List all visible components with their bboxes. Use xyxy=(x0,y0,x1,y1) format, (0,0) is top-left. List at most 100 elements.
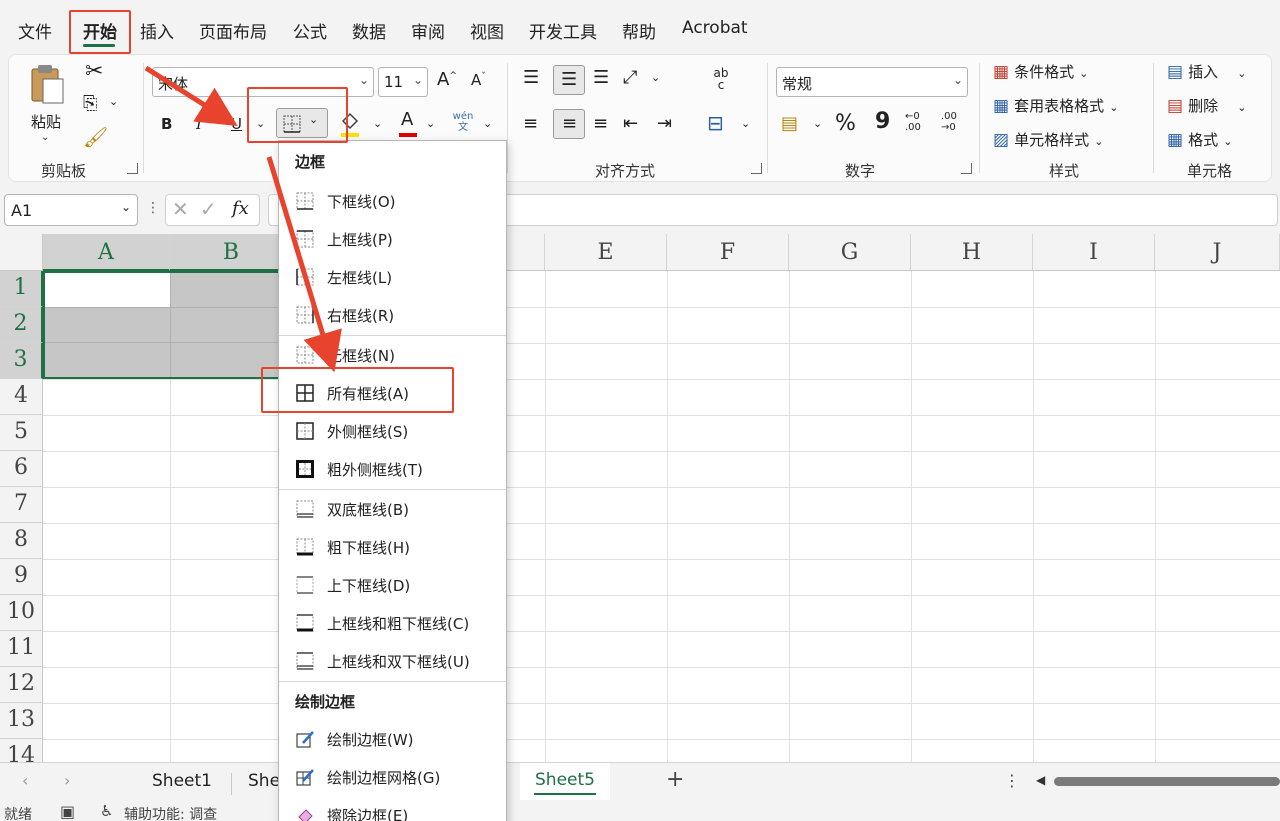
tab-acrobat[interactable]: Acrobat xyxy=(682,18,748,38)
accessibility-status[interactable]: 辅助功能: 调查 xyxy=(124,804,217,821)
sheet-tab[interactable]: Sheet1 xyxy=(152,771,212,791)
tab-data[interactable]: 数据 xyxy=(352,18,386,43)
align-bottom-icon[interactable]: ☰ xyxy=(593,67,609,88)
conditional-formatting-button[interactable]: ▦ 条件格式 ⌄ xyxy=(993,61,1088,82)
align-right-icon[interactable]: ≡ xyxy=(593,113,608,134)
row-header[interactable]: 2 xyxy=(0,307,43,343)
format-as-table-button[interactable]: ▦ 套用表格格式 ⌄ xyxy=(993,95,1118,116)
font-size-combo[interactable]: 11 ⌄ xyxy=(378,67,428,97)
cancel-icon[interactable]: ✕ xyxy=(172,197,189,221)
insert-function-button[interactable]: fx xyxy=(232,198,249,219)
column-header[interactable]: B xyxy=(170,234,293,271)
menu-item-border-thick-bottom[interactable]: 粗下框线(H) xyxy=(279,529,506,565)
more-options-icon[interactable]: ⋮ xyxy=(1004,771,1020,790)
insert-cells-button[interactable]: ▤ 插入 ⌄ xyxy=(1167,61,1246,82)
select-all-corner[interactable] xyxy=(0,234,43,271)
align-middle-button[interactable]: ☰ xyxy=(553,65,585,95)
column-header[interactable]: E xyxy=(545,234,667,271)
tab-page-layout[interactable]: 页面布局 xyxy=(199,18,267,43)
orientation-dropdown-icon[interactable]: ⌄ xyxy=(651,71,660,84)
format-painter-icon[interactable]: 🖌 xyxy=(83,125,108,149)
row-header[interactable]: 5 xyxy=(0,415,43,451)
name-box[interactable]: A1 ⌄ xyxy=(4,194,138,226)
scroll-left-arrow-icon[interactable]: ◀ xyxy=(1036,773,1045,787)
tab-review[interactable]: 审阅 xyxy=(411,18,445,43)
phonetic-dropdown-icon[interactable]: ⌄ xyxy=(483,117,492,130)
menu-item-border-left[interactable]: 左框线(L) xyxy=(279,259,506,295)
shrink-font-button[interactable]: Aˇ xyxy=(471,71,486,89)
paste-button[interactable]: 粘贴 ⌄ xyxy=(27,63,71,143)
row-header[interactable]: 11 xyxy=(0,631,43,667)
copy-icon[interactable]: ⎘ xyxy=(83,93,97,114)
menu-item-border-bottom[interactable]: 下框线(O) xyxy=(279,183,506,219)
tab-help[interactable]: 帮助 xyxy=(622,18,656,43)
menu-item-border-top-double-bottom[interactable]: 上框线和双下框线(U) xyxy=(279,643,506,679)
row-header[interactable]: 12 xyxy=(0,667,43,703)
tab-file[interactable]: 文件 xyxy=(18,18,52,43)
menu-item-border-top-bottom[interactable]: 上下框线(D) xyxy=(279,567,506,603)
column-header[interactable]: A xyxy=(43,234,170,271)
row-header[interactable]: 6 xyxy=(0,451,43,487)
menu-item-draw-border[interactable]: 绘制边框(W) xyxy=(279,721,506,757)
comma-style-button[interactable]: 9 xyxy=(875,109,890,134)
italic-button[interactable]: I xyxy=(196,115,202,133)
number-launcher-icon[interactable] xyxy=(961,163,972,174)
menu-item-draw-border-grid[interactable]: 绘制边框网格(G) xyxy=(279,759,506,795)
format-cells-button[interactable]: ▦ 格式 ⌄ xyxy=(1167,129,1232,150)
underline-button[interactable]: U xyxy=(231,115,242,133)
scroll-right-icon[interactable]: › xyxy=(64,771,70,790)
row-header[interactable]: 1 xyxy=(0,271,43,307)
delete-cells-button[interactable]: ▤ 删除 ⌄ xyxy=(1167,95,1246,116)
wrap-text-button[interactable]: ab c xyxy=(709,67,733,91)
row-header[interactable]: 9 xyxy=(0,559,43,595)
copy-dropdown-icon[interactable]: ⌄ xyxy=(109,95,118,108)
increase-decimal-button[interactable]: ←0 .00 xyxy=(905,111,931,133)
phonetic-guide-button[interactable]: wén 文 xyxy=(449,111,477,133)
number-format-combo[interactable]: 常规 ⌄ xyxy=(776,67,968,97)
row-header[interactable]: 3 xyxy=(0,343,43,379)
menu-item-border-outside[interactable]: 外侧框线(S) xyxy=(279,413,506,449)
decrease-indent-icon[interactable]: ⇤ xyxy=(623,113,638,134)
grow-font-button[interactable]: A^ xyxy=(437,69,457,90)
merge-center-icon[interactable]: ⊟ xyxy=(707,111,724,135)
accounting-format-icon[interactable]: ▤ xyxy=(781,113,798,134)
confirm-icon[interactable]: ✓ xyxy=(200,197,217,221)
menu-item-border-thick-outside[interactable]: 粗外侧框线(T) xyxy=(279,451,506,487)
percent-style-button[interactable]: % xyxy=(835,111,856,136)
row-header[interactable]: 8 xyxy=(0,523,43,559)
accessibility-icon[interactable]: ♿ xyxy=(100,802,113,820)
more-options-icon[interactable]: ⋮ xyxy=(146,200,160,216)
worksheet-grid[interactable]: A B C D E F G H I J 1 2 3 4 5 6 7 8 9 10… xyxy=(0,234,1280,762)
active-cell[interactable] xyxy=(45,273,170,307)
align-top-icon[interactable]: ☰ xyxy=(523,67,539,88)
column-header[interactable]: J xyxy=(1155,234,1280,271)
macro-record-icon[interactable]: ▣ xyxy=(60,802,75,821)
decrease-decimal-button[interactable]: .00 →0 xyxy=(941,111,967,133)
menu-item-border-right[interactable]: 右框线(R) xyxy=(279,297,506,333)
tab-insert[interactable]: 插入 xyxy=(140,18,174,43)
paste-dropdown-icon[interactable]: ⌄ xyxy=(41,132,71,143)
menu-item-border-top-thick-bottom[interactable]: 上框线和粗下框线(C) xyxy=(279,605,506,641)
menu-item-border-top[interactable]: 上框线(P) xyxy=(279,221,506,257)
sheet-tab[interactable]: She xyxy=(248,771,280,791)
add-sheet-button[interactable]: + xyxy=(666,767,684,792)
column-header[interactable]: I xyxy=(1033,234,1155,271)
align-center-button[interactable]: ≡ xyxy=(553,109,585,139)
row-header[interactable]: 13 xyxy=(0,703,43,739)
scroll-left-icon[interactable]: ‹ xyxy=(22,771,28,790)
clipboard-launcher-icon[interactable] xyxy=(127,163,138,174)
font-color-dropdown-icon[interactable]: ⌄ xyxy=(426,117,435,130)
row-header[interactable]: 7 xyxy=(0,487,43,523)
row-header[interactable]: 4 xyxy=(0,379,43,415)
accounting-dropdown-icon[interactable]: ⌄ xyxy=(813,117,822,130)
font-color-button[interactable]: A xyxy=(397,109,421,139)
row-header[interactable]: 10 xyxy=(0,595,43,631)
tab-formulas[interactable]: 公式 xyxy=(293,18,327,43)
menu-item-erase-border[interactable]: 擦除边框(E) xyxy=(279,797,506,821)
merge-dropdown-icon[interactable]: ⌄ xyxy=(741,117,750,130)
sheet-tab-active[interactable]: Sheet5 xyxy=(520,763,610,800)
horizontal-scrollbar[interactable] xyxy=(1054,777,1280,786)
cut-icon[interactable]: ✂ xyxy=(85,59,103,84)
fill-color-dropdown-icon[interactable]: ⌄ xyxy=(373,117,382,130)
column-header[interactable]: G xyxy=(789,234,911,271)
